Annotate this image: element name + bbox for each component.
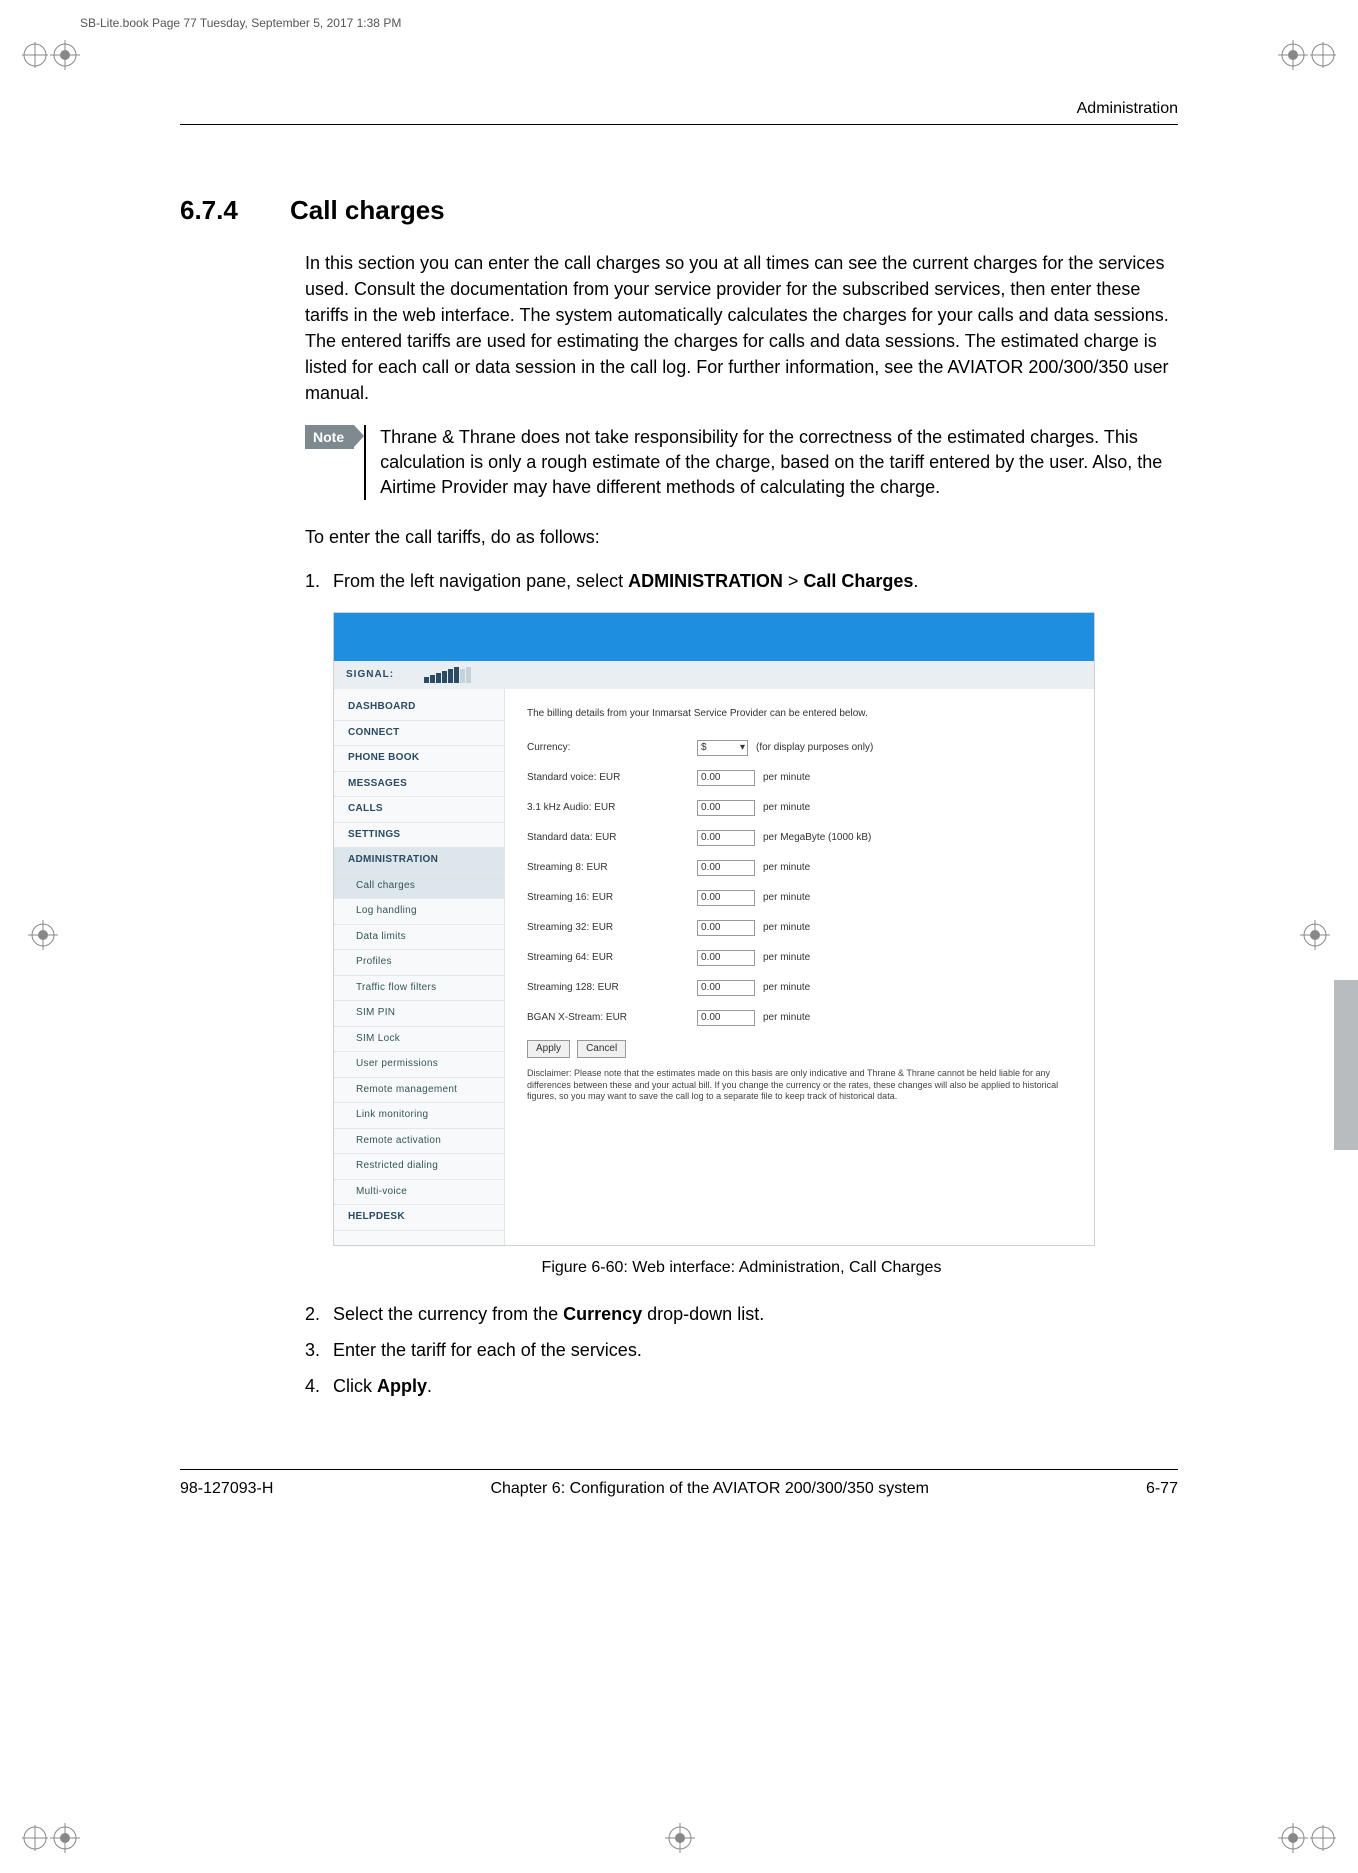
- std-data-label: Standard data: EUR: [527, 831, 697, 846]
- bgan-unit: per minute: [763, 1011, 810, 1026]
- note-label: Note: [305, 425, 354, 449]
- nav-administration[interactable]: ADMINISTRATION: [334, 848, 504, 874]
- embedded-screenshot: SIGNAL: DASHBOARD CONNECT PHONE BOOK MES…: [333, 612, 1095, 1246]
- nav-calls[interactable]: CALLS: [334, 797, 504, 823]
- s16-input[interactable]: 0.00: [697, 890, 755, 906]
- nav-multi-voice[interactable]: Multi-voice: [334, 1180, 504, 1206]
- std-data-input[interactable]: 0.00: [697, 830, 755, 846]
- std-voice-input[interactable]: 0.00: [697, 770, 755, 786]
- step-num-2: 2.: [305, 1301, 333, 1327]
- s128-label: Streaming 128: EUR: [527, 981, 697, 996]
- audio31-unit: per minute: [763, 801, 810, 816]
- footer-chapter: Chapter 6: Configuration of the AVIATOR …: [490, 1480, 928, 1498]
- s8-input[interactable]: 0.00: [697, 860, 755, 876]
- audio31-input[interactable]: 0.00: [697, 800, 755, 816]
- footer-docnum: 98-127093-H: [180, 1480, 273, 1498]
- ss-disclaimer: Disclaimer: Please note that the estimat…: [527, 1068, 1072, 1102]
- nav-helpdesk[interactable]: HELPDESK: [334, 1205, 504, 1231]
- s16-label: Streaming 16: EUR: [527, 891, 697, 906]
- s64-input[interactable]: 0.00: [697, 950, 755, 966]
- section-title: Call charges: [290, 195, 445, 226]
- s8-label: Streaming 8: EUR: [527, 861, 697, 876]
- ss-header-bar: [334, 613, 1094, 661]
- running-header: Administration: [180, 100, 1178, 125]
- step-4: Click Apply.: [333, 1373, 432, 1399]
- signal-label: SIGNAL:: [346, 668, 394, 683]
- step-num-4: 4.: [305, 1373, 333, 1399]
- ss-signal-row: SIGNAL:: [334, 661, 1094, 689]
- step-1: From the left navigation pane, select AD…: [333, 568, 918, 594]
- reg-mark-tr: [1278, 40, 1338, 70]
- s64-label: Streaming 64: EUR: [527, 951, 697, 966]
- s16-unit: per minute: [763, 891, 810, 906]
- ss-sidebar: DASHBOARD CONNECT PHONE BOOK MESSAGES CA…: [334, 689, 505, 1245]
- nav-remote-management[interactable]: Remote management: [334, 1078, 504, 1104]
- section-number: 6.7.4: [180, 195, 290, 226]
- apply-button[interactable]: Apply: [527, 1040, 570, 1059]
- nav-remote-activation[interactable]: Remote activation: [334, 1129, 504, 1155]
- nav-log-handling[interactable]: Log handling: [334, 899, 504, 925]
- lead-in: To enter the call tariffs, do as follows…: [305, 524, 1178, 550]
- nav-restricted-dialing[interactable]: Restricted dialing: [334, 1154, 504, 1180]
- nav-connect[interactable]: CONNECT: [334, 721, 504, 747]
- crop-text: SB-Lite.book Page 77 Tuesday, September …: [80, 16, 401, 30]
- bgan-label: BGAN X-Stream: EUR: [527, 1011, 697, 1026]
- nav-call-charges[interactable]: Call charges: [334, 874, 504, 900]
- step-num-1: 1.: [305, 568, 333, 594]
- s128-unit: per minute: [763, 981, 810, 996]
- std-data-unit: per MegaByte (1000 kB): [763, 831, 871, 846]
- nav-user-permissions[interactable]: User permissions: [334, 1052, 504, 1078]
- figure-caption: Figure 6-60: Web interface: Administrati…: [305, 1256, 1178, 1279]
- s32-label: Streaming 32: EUR: [527, 921, 697, 936]
- step-2: Select the currency from the Currency dr…: [333, 1301, 764, 1327]
- nav-messages[interactable]: MESSAGES: [334, 772, 504, 798]
- chevron-down-icon: ▾: [740, 741, 745, 756]
- reg-mark-bl: [20, 1823, 80, 1853]
- intro-paragraph: In this section you can enter the call c…: [305, 250, 1178, 407]
- currency-select[interactable]: $ ▾: [697, 740, 748, 756]
- currency-note: (for display purposes only): [756, 741, 873, 756]
- note-text: Thrane & Thrane does not take responsibi…: [364, 425, 1178, 501]
- reg-mark-mr: [1300, 920, 1330, 950]
- audio31-label: 3.1 kHz Audio: EUR: [527, 801, 697, 816]
- reg-mark-bc: [665, 1823, 695, 1853]
- nav-dashboard[interactable]: DASHBOARD: [334, 695, 504, 721]
- cancel-button[interactable]: Cancel: [577, 1040, 626, 1059]
- nav-data-limits[interactable]: Data limits: [334, 925, 504, 951]
- s32-input[interactable]: 0.00: [697, 920, 755, 936]
- step-3: Enter the tariff for each of the service…: [333, 1337, 642, 1363]
- footer-pagenum: 6-77: [1146, 1480, 1178, 1498]
- ss-intro-text: The billing details from your Inmarsat S…: [527, 707, 1072, 722]
- std-voice-label: Standard voice: EUR: [527, 771, 697, 786]
- bgan-input[interactable]: 0.00: [697, 1010, 755, 1026]
- nav-sim-pin[interactable]: SIM PIN: [334, 1001, 504, 1027]
- s128-input[interactable]: 0.00: [697, 980, 755, 996]
- s64-unit: per minute: [763, 951, 810, 966]
- nav-traffic-flow-filters[interactable]: Traffic flow filters: [334, 976, 504, 1002]
- std-voice-unit: per minute: [763, 771, 810, 786]
- step-num-3: 3.: [305, 1337, 333, 1363]
- nav-profiles[interactable]: Profiles: [334, 950, 504, 976]
- s32-unit: per minute: [763, 921, 810, 936]
- nav-settings[interactable]: SETTINGS: [334, 823, 504, 849]
- reg-mark-br: [1278, 1823, 1338, 1853]
- reg-mark-ml: [28, 920, 58, 950]
- nav-phone-book[interactable]: PHONE BOOK: [334, 746, 504, 772]
- page-footer: 98-127093-H Chapter 6: Configuration of …: [180, 1469, 1178, 1498]
- reg-mark-tl: [20, 40, 80, 70]
- nav-sim-lock[interactable]: SIM Lock: [334, 1027, 504, 1053]
- currency-label: Currency:: [527, 741, 697, 756]
- side-thumb-tab: [1334, 980, 1358, 1150]
- ss-content: The billing details from your Inmarsat S…: [505, 689, 1094, 1245]
- signal-bars-icon: [424, 667, 471, 683]
- s8-unit: per minute: [763, 861, 810, 876]
- nav-link-monitoring[interactable]: Link monitoring: [334, 1103, 504, 1129]
